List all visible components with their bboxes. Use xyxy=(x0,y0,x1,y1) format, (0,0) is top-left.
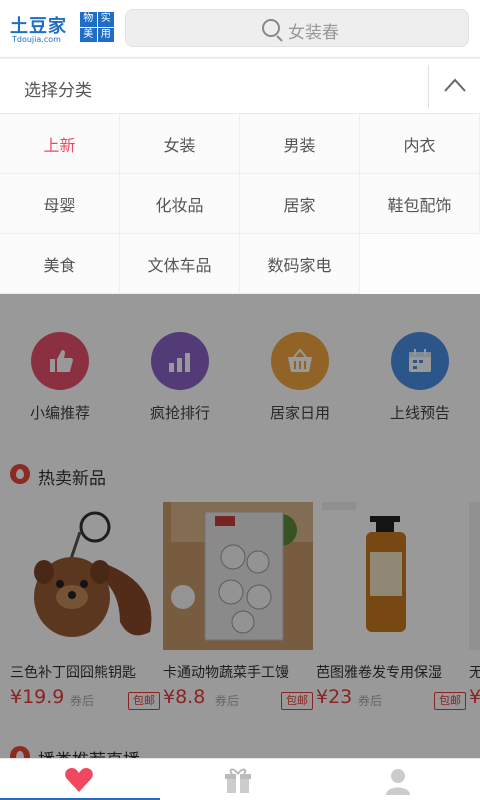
logo-url: Tdoujia.com xyxy=(12,35,61,44)
gift-icon xyxy=(225,768,251,793)
category-item[interactable]: 内衣 xyxy=(360,114,480,174)
category-item[interactable]: 数码家电 xyxy=(240,234,360,294)
tab-profile[interactable] xyxy=(320,759,480,800)
bottom-nav xyxy=(0,758,480,800)
collapse-button[interactable] xyxy=(428,65,480,108)
category-item[interactable]: 居家 xyxy=(240,174,360,234)
app-header: 土豆家 Tdoujia.com 物 实 美 用 女装春 xyxy=(0,0,480,58)
category-grid: 上新 女装 男装 内衣 母婴 化妆品 居家 鞋包配饰 美食 文体车品 数码家电 xyxy=(0,114,480,294)
heart-icon xyxy=(65,768,93,792)
tab-favorites[interactable] xyxy=(0,759,160,800)
category-item[interactable]: 母婴 xyxy=(0,174,120,234)
search-input[interactable]: 女装春 xyxy=(125,9,469,47)
category-item[interactable]: 男装 xyxy=(240,114,360,174)
category-item[interactable]: 美食 xyxy=(0,234,120,294)
logo-badge: 实 xyxy=(97,12,114,27)
tab-gifts[interactable] xyxy=(160,759,320,800)
logo-badge: 物 xyxy=(80,12,97,27)
logo-badge: 美 xyxy=(80,27,97,42)
category-item[interactable]: 鞋包配饰 xyxy=(360,174,480,234)
search-icon xyxy=(262,19,280,37)
category-item[interactable]: 化妆品 xyxy=(120,174,240,234)
search-placeholder: 女装春 xyxy=(288,23,339,43)
user-icon xyxy=(386,769,410,795)
category-title: 选择分类 xyxy=(24,81,92,101)
category-item[interactable]: 女装 xyxy=(120,114,240,174)
category-item[interactable]: 上新 xyxy=(0,114,120,174)
category-item[interactable]: 文体车品 xyxy=(120,234,240,294)
logo-badge: 用 xyxy=(97,27,114,42)
chevron-up-icon xyxy=(444,78,466,92)
logo-badges: 物 实 美 用 xyxy=(80,12,114,42)
app-logo[interactable]: 土豆家 Tdoujia.com 物 实 美 用 xyxy=(10,10,114,46)
dim-overlay[interactable] xyxy=(0,294,480,758)
category-bar: 选择分类 xyxy=(0,59,480,114)
